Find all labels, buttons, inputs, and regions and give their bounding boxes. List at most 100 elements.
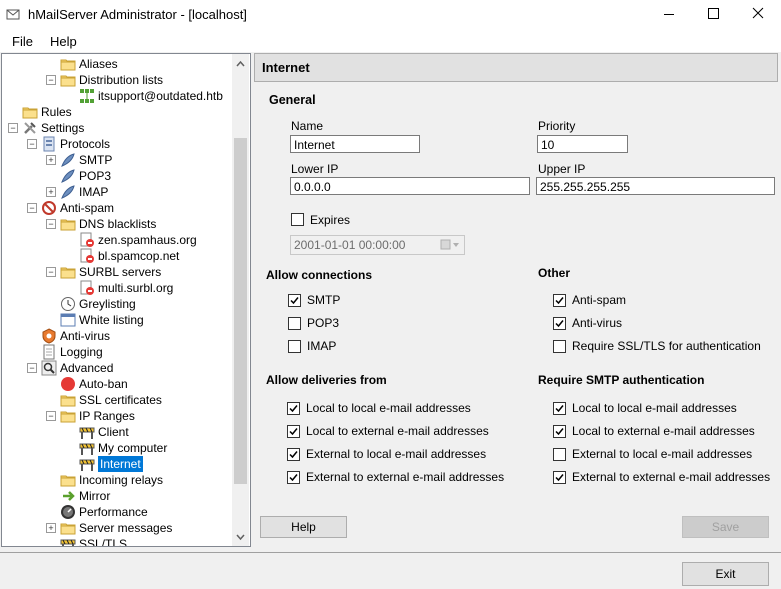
allow-deliveries-label: External to external e-mail addresses — [306, 470, 505, 484]
other-checkbox[interactable] — [553, 317, 566, 330]
require-smtp-label: External to external e-mail addresses — [572, 470, 771, 484]
other-checkbox[interactable] — [553, 340, 566, 353]
tree-item-settings[interactable]: − Settings — [2, 120, 230, 136]
tree-scroll-thumb[interactable] — [234, 138, 247, 484]
tree-item-rules[interactable]: Rules — [2, 104, 230, 120]
collapse-icon[interactable]: − — [46, 411, 56, 421]
priority-label: Priority — [538, 119, 576, 133]
tree-item-label: Distribution lists — [79, 73, 164, 87]
antivirus-icon — [41, 328, 57, 344]
tree-item-client[interactable]: Client — [2, 424, 230, 440]
allow-connections-checkbox[interactable] — [288, 340, 301, 353]
tree-item-white-listing[interactable]: White listing — [2, 312, 230, 328]
collapse-icon[interactable]: − — [27, 139, 37, 149]
allow-connections-checkbox[interactable] — [288, 294, 301, 307]
tree-item-label: White listing — [79, 313, 144, 327]
require-smtp-checkbox[interactable] — [553, 425, 566, 438]
tree-item-smtp[interactable]: + SMTP — [2, 152, 230, 168]
hmailserver-app-icon — [6, 9, 20, 20]
allow-connections-checkbox[interactable] — [288, 317, 301, 330]
upper-ip-input[interactable]: 255.255.255.255 — [536, 177, 775, 195]
expand-icon[interactable]: + — [46, 155, 56, 165]
tree-item-zen-spamhaus-org[interactable]: zen.spamhaus.org — [2, 232, 230, 248]
window-icon — [60, 312, 76, 328]
expires-datetime-picker[interactable]: 2001-01-01 00:00:00 — [290, 235, 465, 255]
tree-item-bl-spamcop-net[interactable]: bl.spamcop.net — [2, 248, 230, 264]
tree-item-label: Anti-spam — [60, 201, 115, 215]
collapse-icon[interactable]: − — [27, 203, 37, 213]
tree-item-label: Server messages — [79, 521, 173, 535]
priority-input[interactable]: 10 — [537, 135, 628, 153]
tree-item-performance[interactable]: Performance — [2, 504, 230, 520]
lower-ip-input[interactable]: 0.0.0.0 — [290, 177, 530, 195]
tree-item-advanced[interactable]: − Advanced — [2, 360, 230, 376]
scroll-up-icon[interactable] — [236, 60, 245, 69]
expand-icon[interactable]: + — [46, 523, 56, 533]
tree-item-logging[interactable]: Logging — [2, 344, 230, 360]
folder-icon — [22, 104, 38, 120]
tree-item-ip-ranges[interactable]: − IP Ranges — [2, 408, 230, 424]
tree-item-mirror[interactable]: Mirror — [2, 488, 230, 504]
name-input[interactable]: Internet — [290, 135, 420, 153]
minimize-button[interactable] — [646, 0, 692, 30]
allow-deliveries-label: External to local e-mail addresses — [306, 447, 487, 461]
help-button[interactable]: Help — [260, 516, 347, 538]
collapse-icon[interactable]: − — [8, 123, 18, 133]
exit-button[interactable]: Exit — [682, 562, 769, 586]
allow-deliveries-checkbox[interactable] — [287, 425, 300, 438]
collapse-icon[interactable]: − — [46, 267, 56, 277]
red-circle-icon — [60, 376, 76, 392]
tree-item-pop3[interactable]: POP3 — [2, 168, 230, 184]
collapse-icon[interactable]: − — [27, 363, 37, 373]
menu-file[interactable]: File — [12, 34, 33, 49]
tree-item-auto-ban[interactable]: Auto-ban — [2, 376, 230, 392]
expires-checkbox[interactable] — [291, 213, 304, 226]
calendar-dropdown-icon[interactable] — [440, 239, 460, 251]
tree-item-label: DNS blacklists — [79, 217, 157, 231]
require-smtp-checkbox[interactable] — [553, 402, 566, 415]
maximize-button[interactable] — [690, 0, 736, 30]
tree-item-ssl-tls[interactable]: SSL/TLS — [2, 536, 230, 546]
tree-item-protocols[interactable]: − Protocols — [2, 136, 230, 152]
tree-item-incoming-relays[interactable]: Incoming relays — [2, 472, 230, 488]
allow-deliveries-checkbox[interactable] — [287, 448, 300, 461]
tree-item-aliases[interactable]: Aliases — [2, 56, 230, 72]
allow-deliveries-checkbox[interactable] — [287, 402, 300, 415]
other-checkbox[interactable] — [553, 294, 566, 307]
expand-icon[interactable]: + — [46, 187, 56, 197]
tree-scrollbar[interactable] — [232, 54, 249, 546]
tree-item-label: Internet — [98, 456, 143, 472]
tree-item-surbl-servers[interactable]: − SURBL servers — [2, 264, 230, 280]
tree-item-dns-blacklists[interactable]: − DNS blacklists — [2, 216, 230, 232]
tree-item-my-computer[interactable]: My computer — [2, 440, 230, 456]
tree-item-multi-surbl-org[interactable]: multi.surbl.org — [2, 280, 230, 296]
folder-icon — [60, 472, 76, 488]
menu-help[interactable]: Help — [50, 34, 77, 49]
close-button[interactable] — [735, 0, 781, 30]
save-button[interactable]: Save — [682, 516, 769, 538]
tree-item-server-messages[interactable]: + Server messages — [2, 520, 230, 536]
require-smtp-auth-title: Require SMTP authentication — [538, 373, 705, 387]
barrier-icon — [60, 536, 76, 546]
tree-item-anti-spam[interactable]: − Anti-spam — [2, 200, 230, 216]
require-smtp-checkbox[interactable] — [553, 471, 566, 484]
require-smtp-checkbox[interactable] — [553, 448, 566, 461]
require-smtp-label: Local to external e-mail addresses — [572, 424, 755, 438]
allow-connections-label: IMAP — [307, 339, 337, 353]
tree-item-distribution-lists[interactable]: − Distribution lists — [2, 72, 230, 88]
require-smtp-label: Local to local e-mail addresses — [572, 401, 737, 415]
barrier-icon — [79, 424, 95, 440]
tree-item-greylisting[interactable]: Greylisting — [2, 296, 230, 312]
tree-item-imap[interactable]: + IMAP — [2, 184, 230, 200]
collapse-icon[interactable]: − — [46, 219, 56, 229]
tree-item-label: Performance — [79, 505, 148, 519]
tree-item-internet[interactable]: Internet — [2, 456, 230, 472]
collapse-icon[interactable]: − — [46, 75, 56, 85]
tree-item-ssl-certificates[interactable]: SSL certificates — [2, 392, 230, 408]
allow-deliveries-checkbox[interactable] — [287, 471, 300, 484]
navigation-tree[interactable]: Aliases − Distribution lists itsupport@outd… — [1, 53, 251, 547]
scroll-down-icon[interactable] — [236, 532, 245, 541]
barrier-icon — [79, 456, 95, 472]
tree-item-itsupport-outdated-htb[interactable]: itsupport@outdated.htb — [2, 88, 230, 104]
tree-item-anti-virus[interactable]: Anti-virus — [2, 328, 230, 344]
